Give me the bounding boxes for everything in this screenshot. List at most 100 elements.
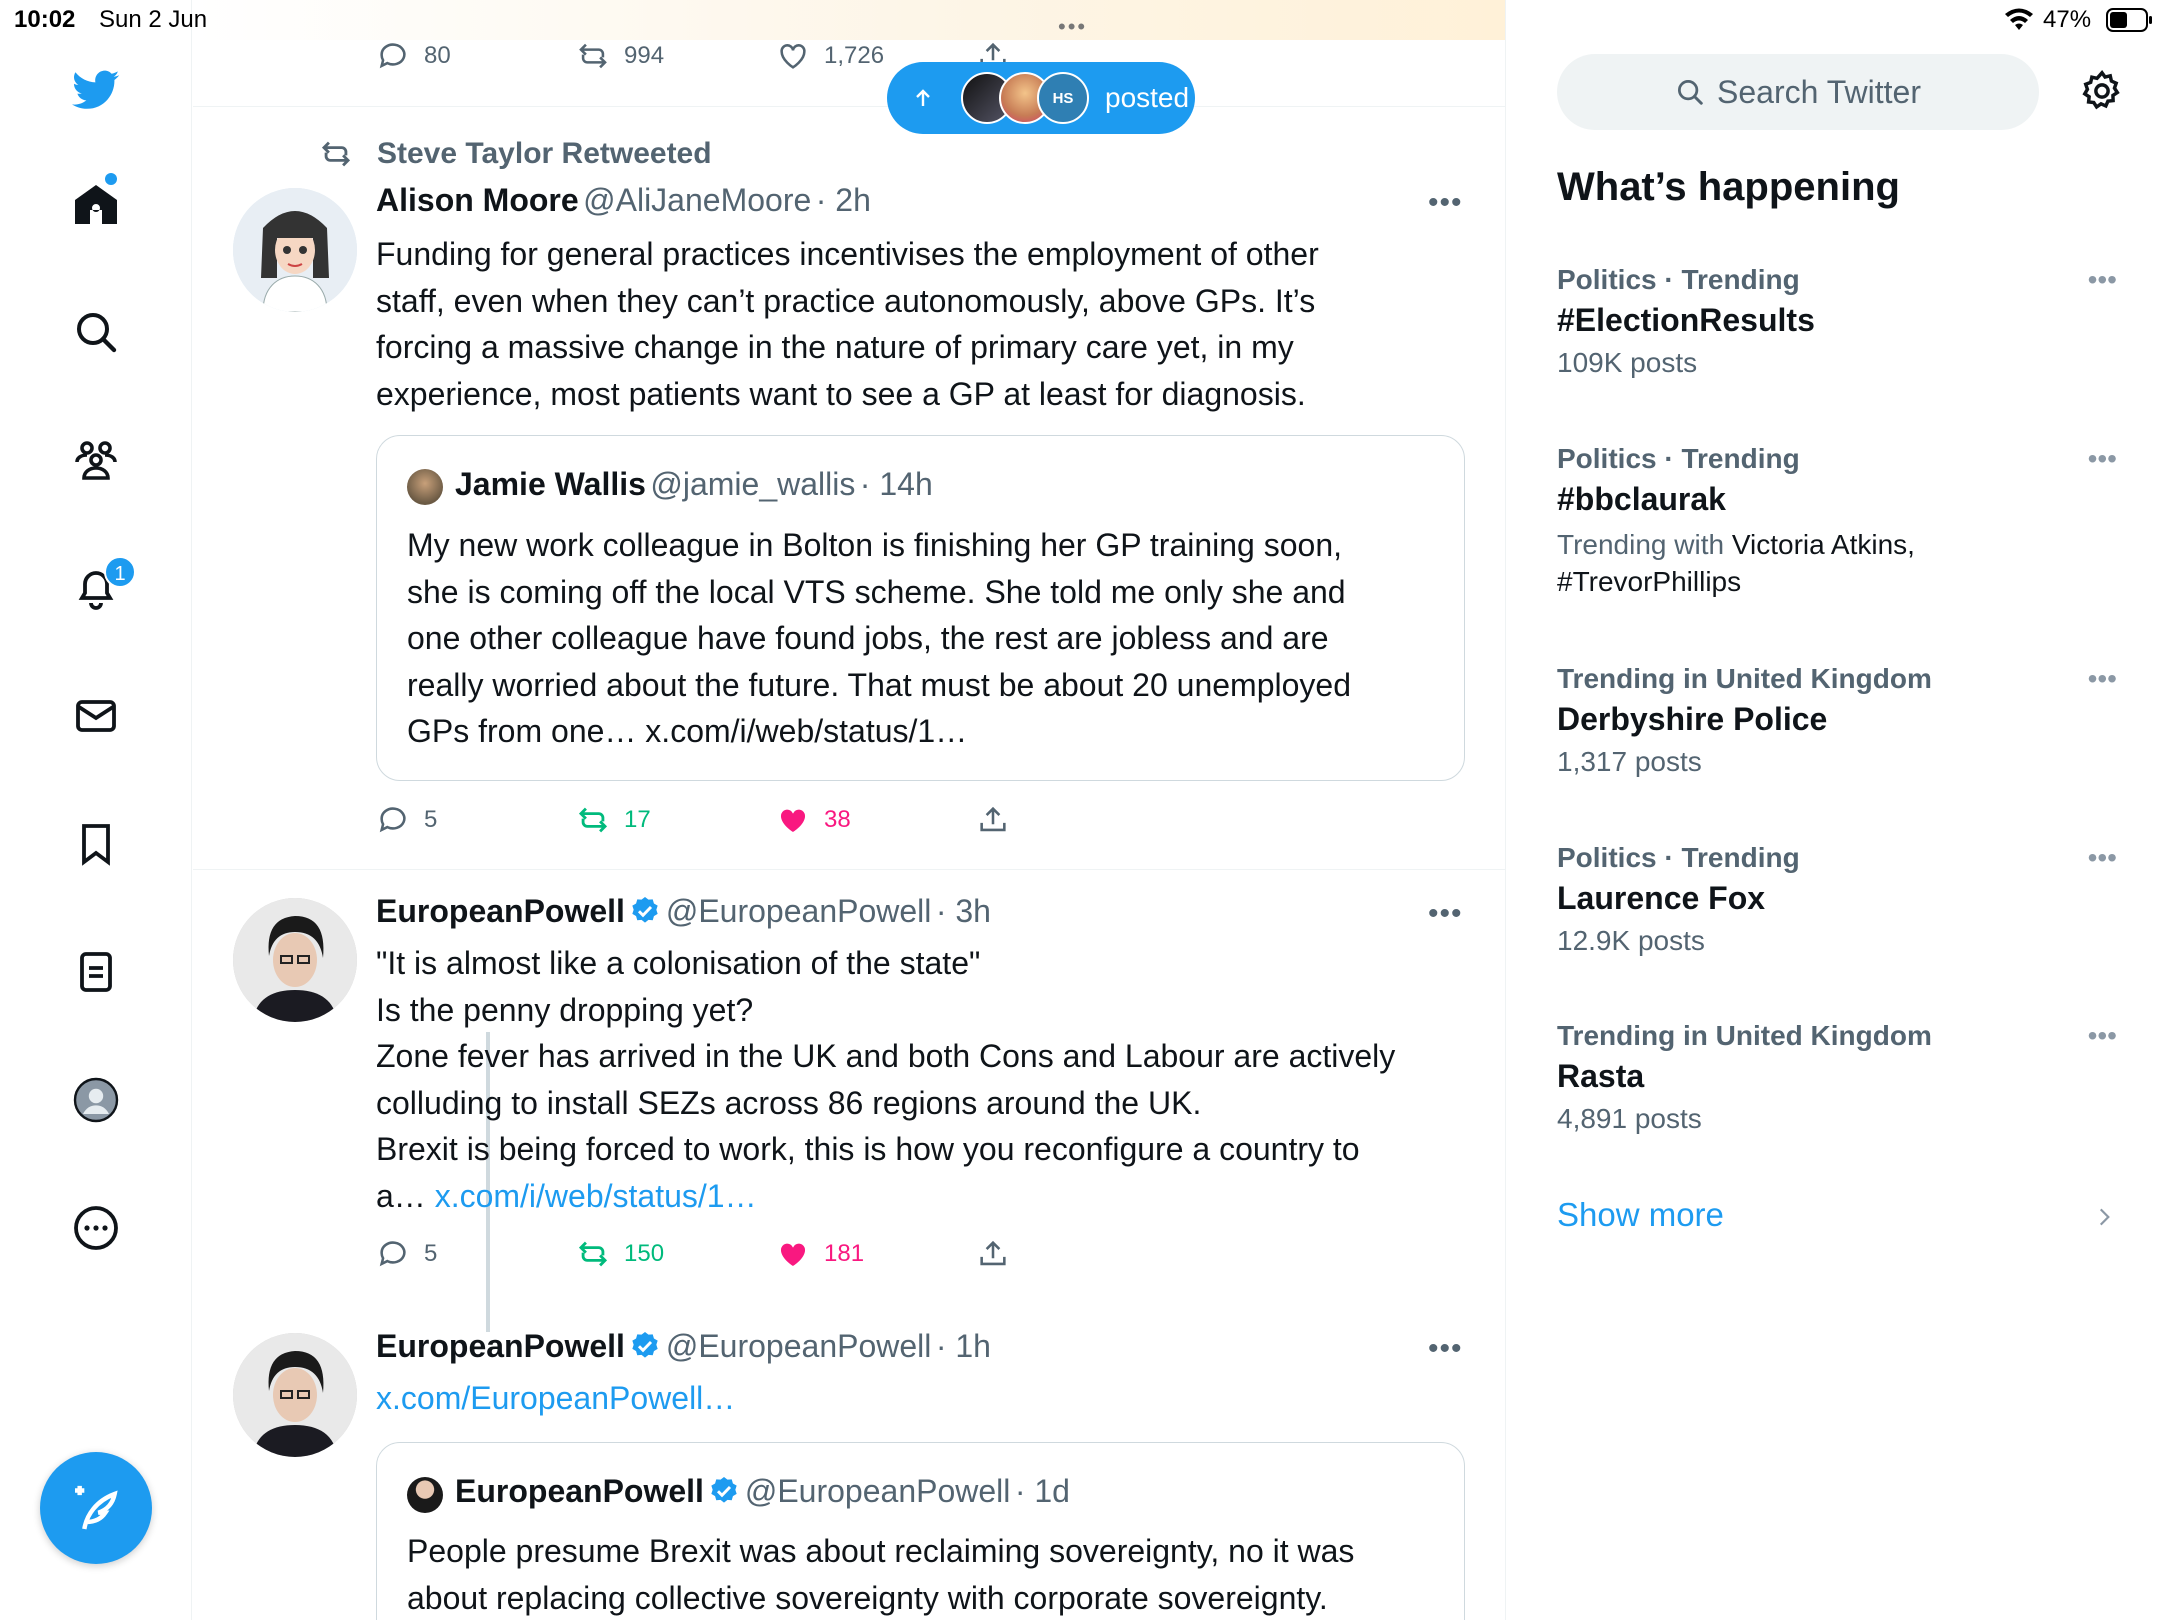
quote-tweet[interactable]: EuropeanPowell @EuropeanPowell · 1d Peop… [376,1442,1465,1620]
battery-icon [2106,8,2154,37]
trend-more-dots-icon[interactable]: ••• [2088,842,2117,874]
more-dots-icon[interactable]: ••• [1428,897,1463,931]
trend-more-dots-icon[interactable]: ••• [2088,663,2117,695]
trend-category: Politics · Trending [1557,264,1800,295]
trend-name: Rasta [1557,1058,1645,1094]
lists-icon[interactable] [66,942,126,1002]
trend-category: Politics · Trending [1557,443,1800,474]
trend-context-line2: #TrevorPhillips [1557,566,1742,597]
status-bar: 10:02 Sun 2 Jun ••• 47% [0,0,2160,40]
quote-display-name: EuropeanPowell [455,1473,704,1509]
pill-label: posted [1105,82,1190,113]
more-options-icon[interactable] [66,1198,126,1258]
trend-category: Trending in United Kingdom [1557,663,1932,694]
battery-percent: 47% [2043,6,2092,33]
avatar[interactable] [233,188,357,312]
trend-item[interactable]: Trending in United Kingdom Rasta 4,891 p… [1557,1020,2117,1135]
trend-count: 12.9K posts [1557,925,1705,956]
multitask-dots-icon[interactable]: ••• [1058,14,1087,40]
quote-avatar [407,1477,443,1513]
arrow-up-icon [916,89,930,106]
compose-tweet-button[interactable] [40,1452,152,1564]
retweet-button[interactable]: 994 [576,36,664,76]
retweet-button[interactable]: 17 [576,800,651,840]
user-handle: @EuropeanPowell [665,1328,932,1364]
trend-count: 109K posts [1557,347,1698,378]
reply-icon [379,1241,406,1267]
trend-item[interactable]: Politics · Trending #bbclaurak Trending … [1557,443,2117,600]
home-new-dot [105,173,117,185]
reply-button[interactable]: 80 [376,36,451,76]
search-icon[interactable] [66,302,126,362]
status-time: 10:02 [14,6,76,33]
search-input[interactable]: Search Twitter [1557,54,2039,130]
trend-name: #ElectionResults [1557,302,1815,338]
chevron-right-icon [2099,1208,2110,1226]
quote-header: EuropeanPowell @EuropeanPowell · 1d [455,1473,1070,1510]
tweet-link[interactable]: x.com/EuropeanPowell… [376,1375,1476,1422]
divider [193,869,1505,870]
more-dots-icon[interactable]: ••• [1428,1332,1463,1366]
quote-text: People presume Brexit was about reclaimi… [407,1533,1355,1616]
like-button[interactable]: 181 [776,1234,864,1274]
communities-icon[interactable] [66,430,126,490]
like-button[interactable]: 1,726 [776,36,884,76]
pill-avatars: HS [961,72,1089,124]
more-dots-icon[interactable]: ••• [1428,186,1463,220]
profile-avatar-icon[interactable] [66,1070,126,1130]
search-placeholder: Search Twitter [1717,73,1921,110]
display-name[interactable]: EuropeanPowell [376,1328,625,1364]
tweet-text: Funding for general practices incentivis… [376,236,1319,412]
twitter-logo-icon[interactable] [66,60,126,120]
show-more-link[interactable]: Show more [1557,1196,2117,1240]
like-count: 1,726 [824,42,885,69]
trend-more-dots-icon[interactable]: ••• [2088,264,2117,296]
quote-header: Jamie Wallis @jamie_wallis · 14h [455,466,933,503]
avatar[interactable] [233,1333,357,1457]
trend-category: Trending in United Kingdom [1557,1020,1932,1051]
quote-avatar [407,469,443,505]
like-button[interactable]: 38 [776,800,851,840]
quote-handle: @EuropeanPowell [744,1473,1011,1509]
compose-feather-icon [75,1485,118,1530]
settings-gear-icon[interactable] [2079,68,2125,119]
like-count: 38 [824,806,851,833]
reply-button[interactable]: 5 [376,800,437,840]
trend-item[interactable]: Politics · Trending Laurence Fox 12.9K p… [1557,842,2117,957]
display-name[interactable]: Alison Moore [376,182,579,218]
share-button[interactable] [976,800,1010,840]
reply-button[interactable]: 5 [376,1234,437,1274]
trend-count: 1,317 posts [1557,746,1702,777]
share-button[interactable] [976,1234,1010,1274]
pill-avatar: HS [1037,72,1089,124]
quote-tweet[interactable]: Jamie Wallis @jamie_wallis · 14h My new … [376,435,1465,781]
reply-count: 80 [424,42,451,69]
quote-time: · 14h [859,466,933,502]
new-posts-pill[interactable]: HS posted [887,62,1195,134]
trend-more-dots-icon[interactable]: ••• [2088,1020,2117,1052]
display-name[interactable]: EuropeanPowell [376,893,625,929]
bookmark-icon[interactable] [66,814,126,874]
show-more-label: Show more [1557,1196,1724,1233]
tweet-link[interactable]: x.com/i/web/status/1… [435,1178,757,1214]
retweet-icon [578,807,608,833]
tweet-text: "It is almost like a colonisation of the… [376,940,1486,1219]
messages-mail-icon[interactable] [66,686,126,746]
retweet-button[interactable]: 150 [576,1234,664,1274]
home-icon[interactable] [66,174,126,234]
trend-item[interactable]: Politics · Trending #ElectionResults 109… [1557,264,2117,379]
tweet-header: EuropeanPowell @EuropeanPowell · 1h [376,1328,991,1365]
trend-item[interactable]: Trending in United Kingdom Derbyshire Po… [1557,663,2117,778]
left-nav: 1 [0,0,192,1620]
avatar[interactable] [233,898,357,1022]
retweet-count: 150 [624,1240,665,1267]
right-sidebar: Search Twitter What’s happening Politics… [1507,0,2160,1620]
timeline: 80 994 1,726 HS posted Steve Taylor Retw… [193,0,1506,1620]
retweet-count: 17 [624,806,651,833]
quote-time: · 1d [1014,1473,1070,1509]
trend-more-dots-icon[interactable]: ••• [2088,443,2117,475]
quote-display-name: Jamie Wallis [455,466,646,502]
user-handle: @EuropeanPowell [665,893,932,929]
trend-context-prefix: Trending with [1557,529,1732,560]
trend-context-names: Victoria Atkins, [1731,529,1915,560]
